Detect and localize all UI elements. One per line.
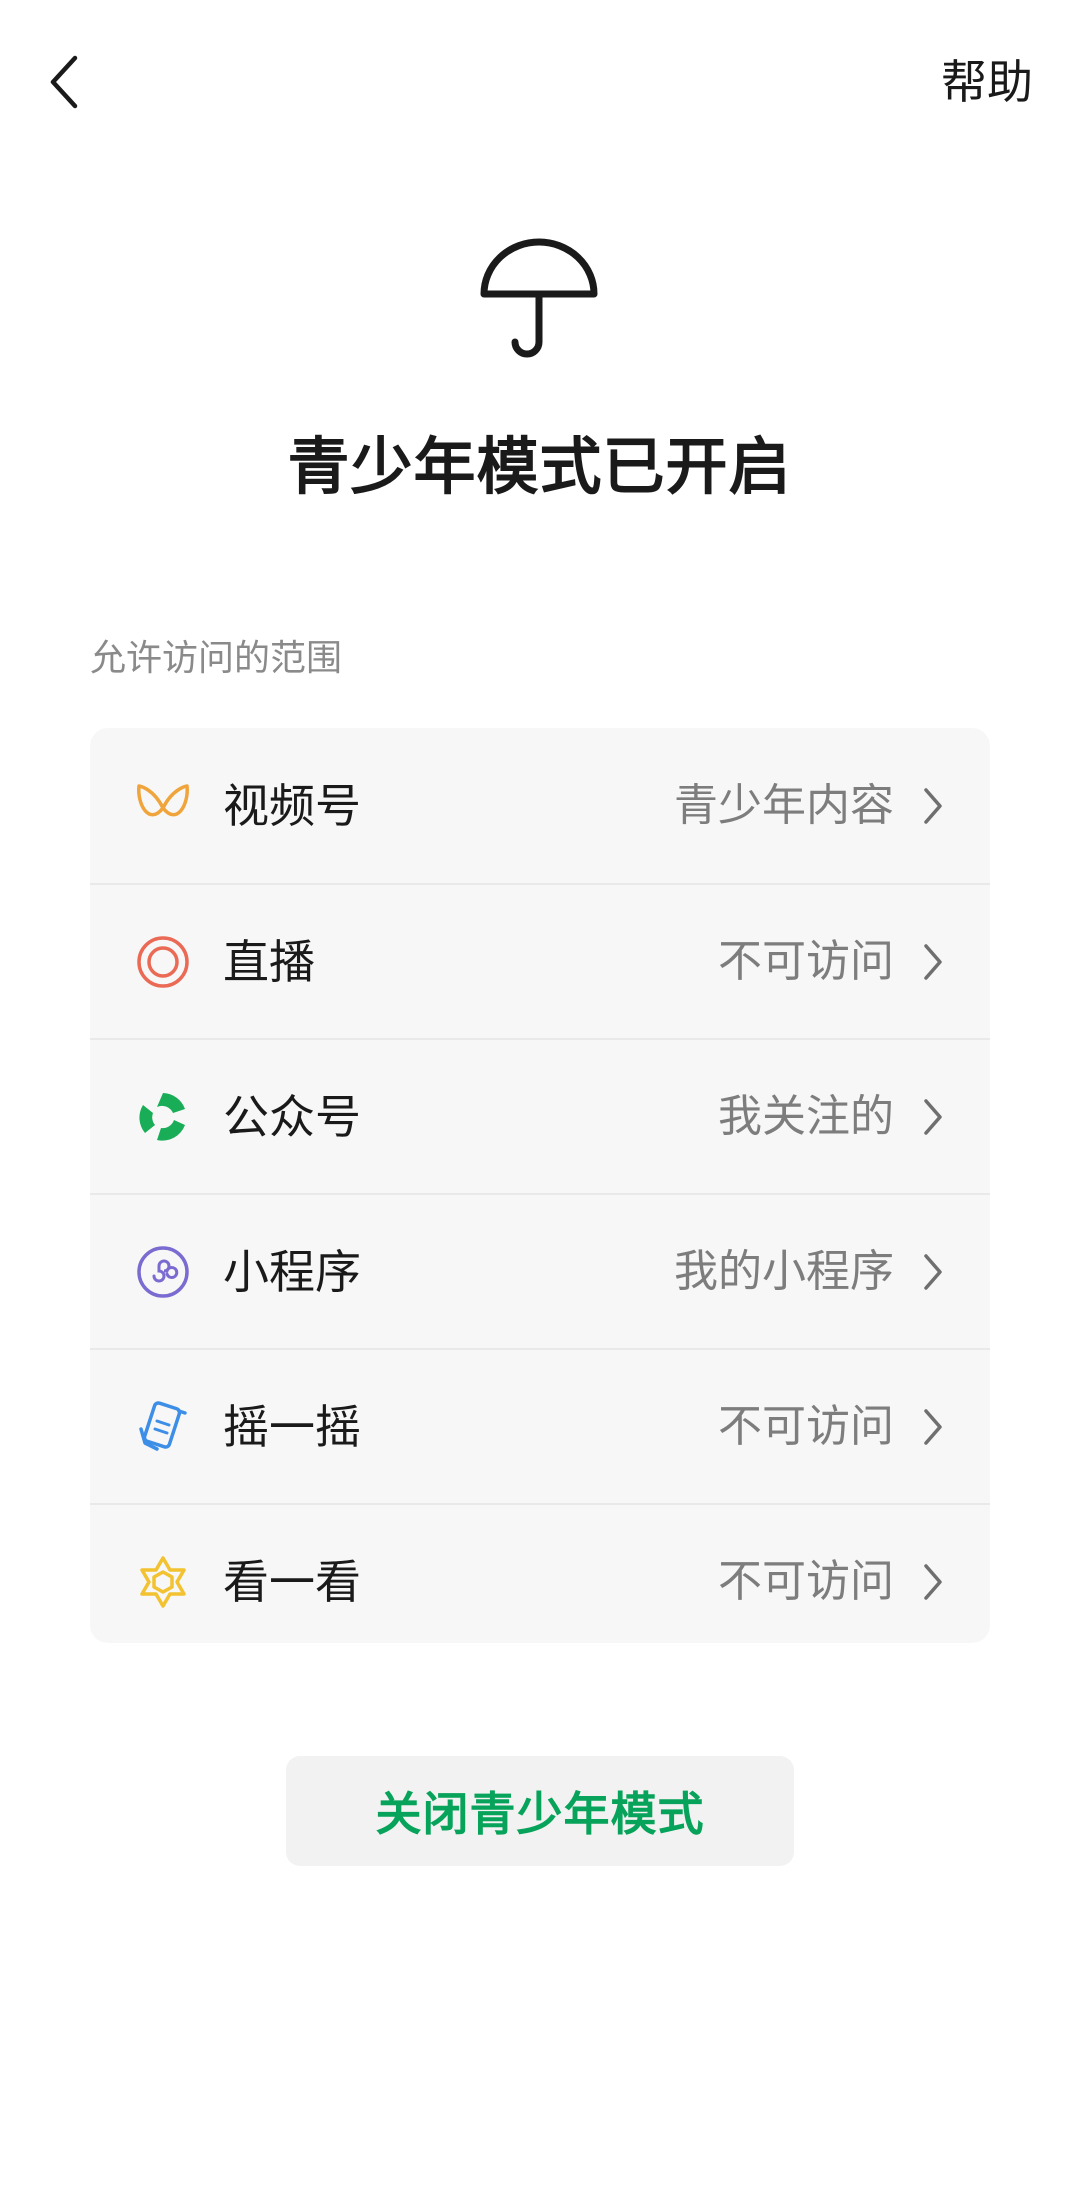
- umbrella-icon: [480, 238, 598, 358]
- channels-icon: [135, 778, 191, 834]
- item-value: 不可访问: [718, 1400, 894, 1452]
- item-value: 不可访问: [718, 1555, 894, 1607]
- item-value: 我关注的: [718, 1090, 894, 1142]
- chevron-right-icon: [922, 1097, 944, 1137]
- item-label: 视频号: [223, 778, 361, 833]
- list-item-channels[interactable]: 视频号 青少年内容: [90, 728, 990, 883]
- official-accounts-icon: [135, 1089, 191, 1145]
- teen-mode-page: 帮助 青少年模式已开启 允许访问的范围 视频号 青少年内容 直播 不可访问 公众…: [0, 0, 1079, 2188]
- back-button[interactable]: [28, 42, 100, 122]
- mini-program-icon: [135, 1244, 191, 1300]
- close-teen-mode-button[interactable]: 关闭青少年模式: [286, 1756, 794, 1866]
- top-stories-icon: [135, 1554, 191, 1610]
- item-label: 公众号: [223, 1089, 361, 1144]
- list-item-official-accounts[interactable]: 公众号 我关注的: [90, 1038, 990, 1193]
- access-scope-list: 视频号 青少年内容 直播 不可访问 公众号 我关注的 小程序 我的小程序 摇一摇…: [90, 728, 990, 1643]
- chevron-right-icon: [922, 942, 944, 982]
- chevron-right-icon: [922, 786, 944, 826]
- chevron-right-icon: [922, 1562, 944, 1602]
- item-label: 看一看: [223, 1554, 361, 1609]
- item-label: 摇一摇: [223, 1399, 361, 1454]
- item-value: 我的小程序: [674, 1245, 894, 1297]
- list-item-live[interactable]: 直播 不可访问: [90, 883, 990, 1038]
- item-label: 直播: [223, 934, 315, 989]
- live-icon: [135, 934, 191, 990]
- shake-icon: [135, 1399, 191, 1455]
- item-value: 青少年内容: [674, 779, 894, 831]
- chevron-right-icon: [922, 1407, 944, 1447]
- help-link[interactable]: 帮助: [941, 50, 1033, 114]
- page-title: 青少年模式已开启: [287, 430, 792, 503]
- item-value: 不可访问: [718, 935, 894, 987]
- list-item-mini-programs[interactable]: 小程序 我的小程序: [90, 1193, 990, 1348]
- item-label: 小程序: [223, 1244, 361, 1299]
- list-item-top-stories[interactable]: 看一看 不可访问: [90, 1503, 990, 1643]
- list-item-shake[interactable]: 摇一摇 不可访问: [90, 1348, 990, 1503]
- chevron-left-icon: [50, 55, 78, 109]
- chevron-right-icon: [922, 1252, 944, 1292]
- section-label: 允许访问的范围: [90, 638, 343, 679]
